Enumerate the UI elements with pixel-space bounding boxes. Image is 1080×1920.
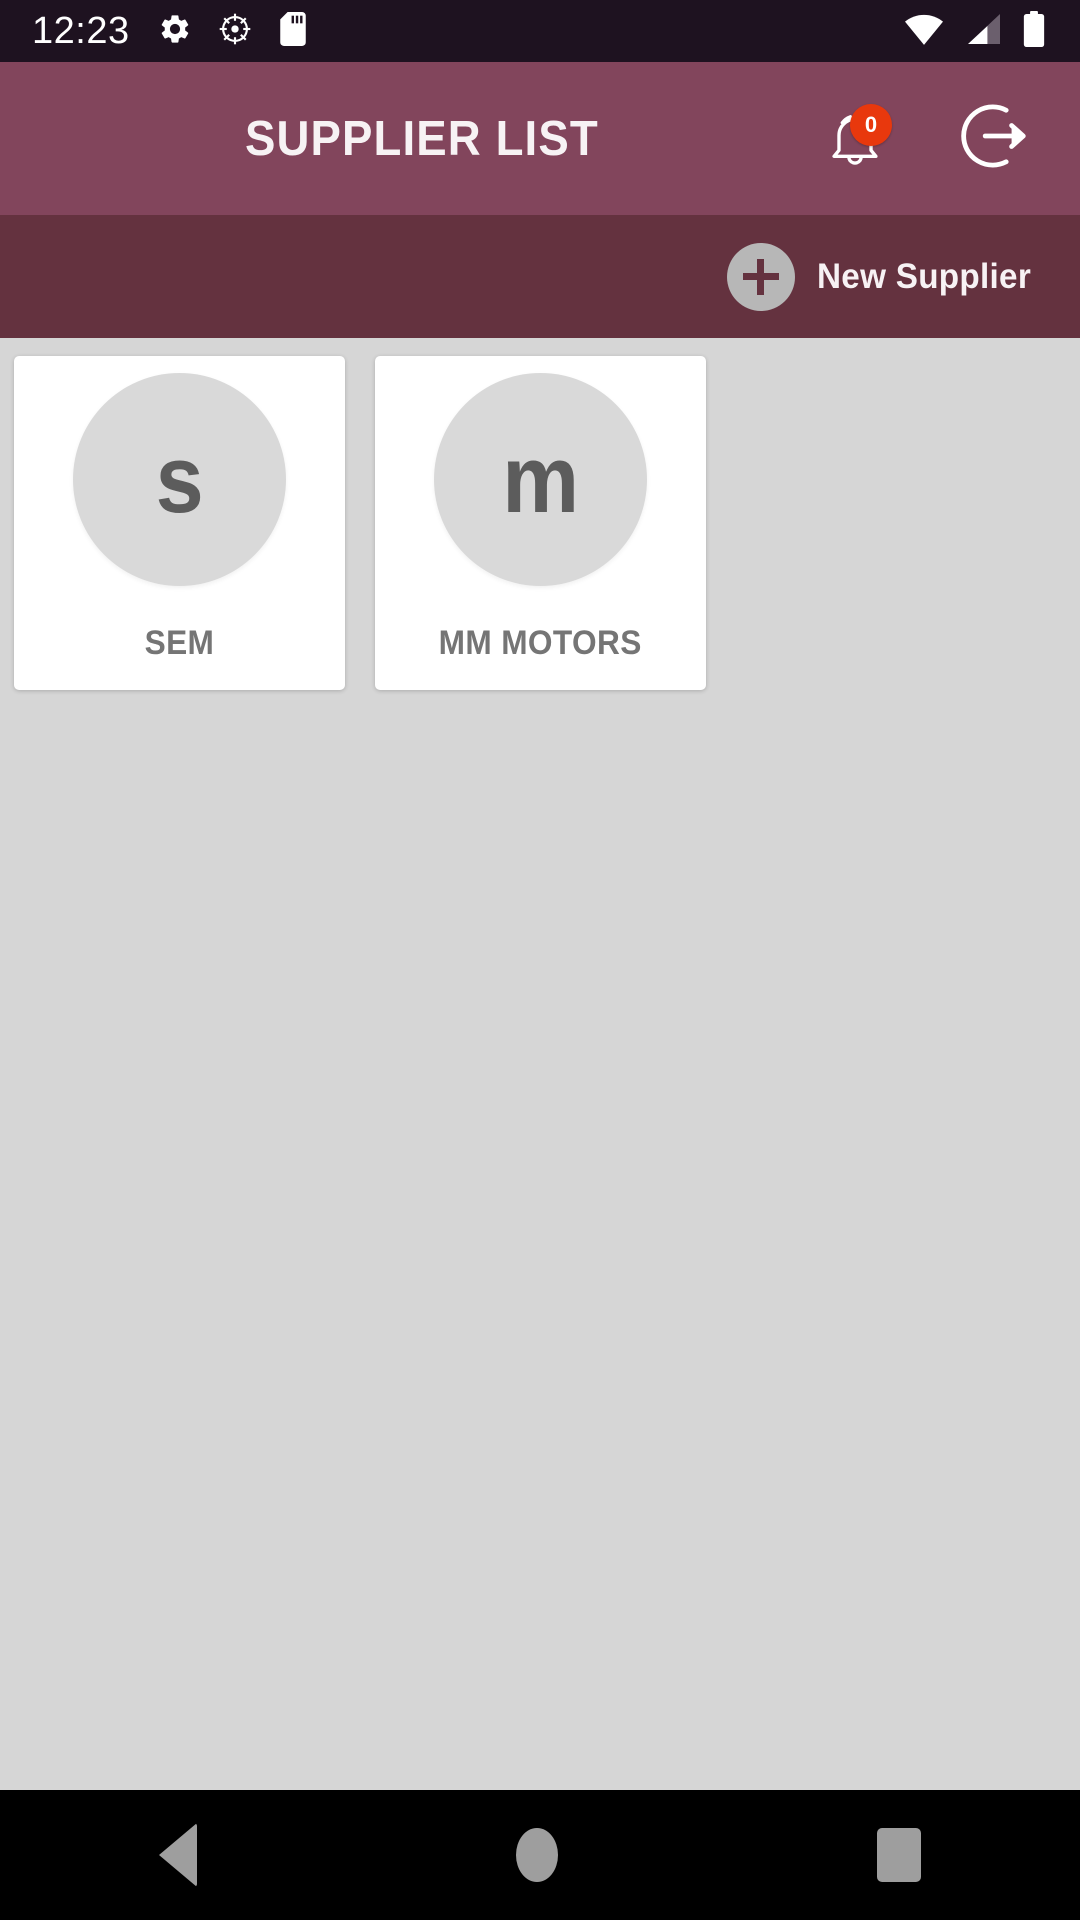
gear-icon xyxy=(158,12,192,51)
home-circle-icon[interactable] xyxy=(515,1828,558,1882)
back-triangle-icon[interactable] xyxy=(159,1823,198,1887)
avatar: m xyxy=(434,373,647,586)
status-bar: 12:23 xyxy=(0,0,1080,62)
supplier-name: SEM xyxy=(144,624,215,662)
sd-card-icon xyxy=(278,11,308,51)
ship-wheel-icon xyxy=(218,12,252,51)
status-bar-left-icons xyxy=(158,11,308,51)
logout-button[interactable] xyxy=(954,97,1032,180)
sub-action-bar: New Supplier xyxy=(0,215,1080,338)
supplier-card[interactable]: s SEM xyxy=(14,356,345,690)
new-supplier-button[interactable]: New Supplier xyxy=(726,242,1042,311)
avatar-letter: m xyxy=(502,425,579,533)
avatar: s xyxy=(73,373,286,586)
status-bar-clock: 12:23 xyxy=(32,9,130,52)
app-screen: 12:23 SUPPLIER LIST 0 New Supplier s SEM… xyxy=(0,0,1080,1920)
cellular-signal-icon xyxy=(964,12,1002,51)
supplier-list-content: s SEM m MM MOTORS xyxy=(0,338,1080,1790)
notification-badge: 0 xyxy=(850,103,892,146)
page-title: SUPPLIER LIST xyxy=(245,111,599,166)
avatar-letter: s xyxy=(155,425,204,533)
new-supplier-label: New Supplier xyxy=(816,256,1031,296)
android-nav-bar xyxy=(0,1790,1080,1920)
supplier-card-grid: s SEM m MM MOTORS xyxy=(14,356,1080,690)
supplier-card[interactable]: m MM MOTORS xyxy=(375,356,706,690)
logout-icon xyxy=(954,104,1032,179)
battery-icon xyxy=(1022,10,1046,52)
recents-square-icon[interactable] xyxy=(876,1828,921,1882)
app-bar: SUPPLIER LIST 0 xyxy=(0,62,1080,215)
app-bar-actions: 0 xyxy=(824,97,1032,180)
plus-circle-icon xyxy=(726,242,795,311)
bell-icon xyxy=(824,114,886,174)
status-bar-right-icons xyxy=(904,10,1046,52)
wifi-icon xyxy=(904,12,944,51)
notifications-button[interactable]: 0 xyxy=(824,103,892,170)
supplier-name: MM MOTORS xyxy=(438,624,643,662)
